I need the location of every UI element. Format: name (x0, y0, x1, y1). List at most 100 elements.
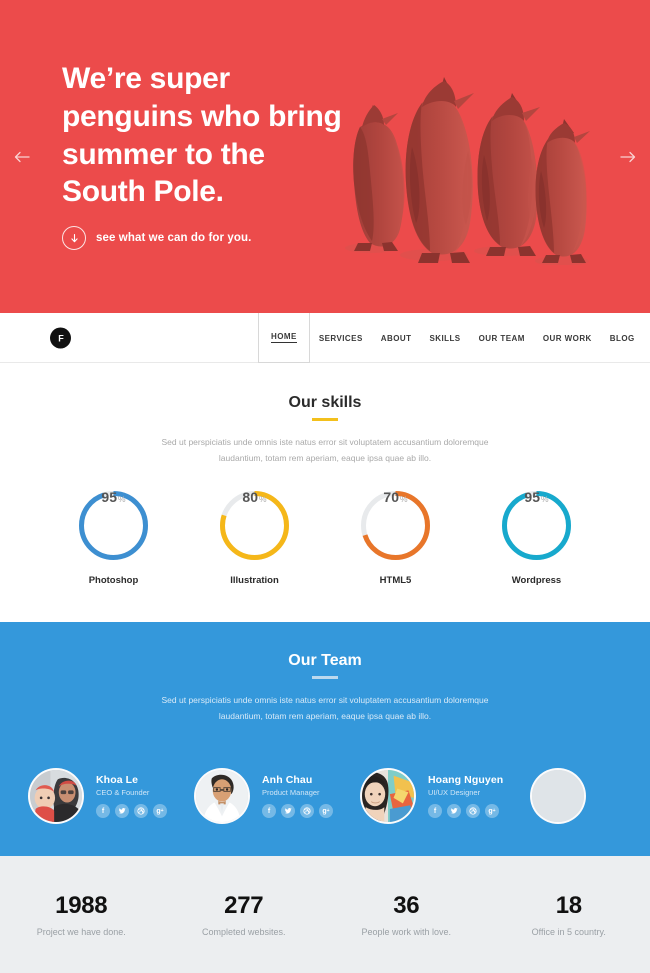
nav-item-about[interactable]: ABOUT (372, 313, 421, 363)
nav-item-label: SERVICES (318, 333, 363, 343)
nav-item-label: OUR WORK (542, 333, 592, 343)
team-member-hoang-nguyen[interactable]: Hoang Nguyen UI/UX Designer f g + (360, 768, 503, 824)
google-plus-icon[interactable]: g + (485, 804, 499, 818)
main-navigation: F HOME SERVICES ABOUT SKILLS OUR TEAM OU… (0, 313, 650, 363)
member-info: Khoa Le CEO & Founder f g + (96, 774, 167, 818)
stat-caption: Office in 5 country. (531, 927, 606, 937)
nav-item-our-team[interactable]: OUR TEAM (470, 313, 534, 363)
progress-ring: 70 % (359, 489, 432, 562)
arrow-left-icon (14, 151, 30, 163)
member-name: Khoa Le (96, 774, 139, 786)
member-socials: f g + (262, 804, 333, 818)
skills-section: Our skills Sed ut perspiciatis unde omni… (0, 363, 650, 622)
member-info: Hoang Nguyen UI/UX Designer f g + (428, 774, 503, 818)
stat-number: 1988 (55, 892, 108, 919)
nav-item-blog[interactable]: BLOG (601, 313, 644, 363)
skill-html5: 70 % HTML5 (325, 489, 466, 586)
skill-wordpress: 95 % Wordpress (466, 489, 607, 586)
progress-ring: 95 % (77, 489, 150, 562)
progress-number: 95 (524, 488, 540, 505)
stat-projects: 1988 Project we have done. (0, 892, 163, 937)
nav-item-services[interactable]: SERVICES (310, 313, 372, 363)
nav-item-contact[interactable]: CONTACT (644, 313, 650, 363)
facebook-icon[interactable]: f (262, 804, 276, 818)
facebook-icon[interactable]: f (96, 804, 110, 818)
hero-cta-scroll-link[interactable]: see what we can do for you. (62, 226, 251, 250)
nav-item-label: HOME (271, 332, 297, 343)
arrow-down-circle-icon (62, 226, 86, 250)
member-role: CEO & Founder (96, 788, 150, 797)
member-name: Anh Chau (262, 774, 313, 786)
nav-items: HOME SERVICES ABOUT SKILLS OUR TEAM OUR … (258, 313, 650, 363)
stat-websites: 277 Completed websites. (163, 892, 326, 937)
dribbble-icon[interactable] (134, 804, 148, 818)
team-header: Our Team Sed ut perspiciatis unde omnis … (0, 622, 650, 725)
site-logo[interactable]: F (50, 327, 71, 348)
skill-name: Photoshop (88, 574, 139, 586)
nav-item-skills[interactable]: SKILLS (420, 313, 469, 363)
member-role: Product Manager (262, 788, 320, 797)
team-section: Our Team Sed ut perspiciatis unde omnis … (0, 622, 650, 856)
hero-title-line-1: We’re super (62, 62, 230, 95)
team-member-next-partial[interactable] (530, 768, 587, 824)
stat-caption: Project we have done. (36, 927, 126, 937)
google-plus-icon[interactable]: g + (319, 804, 333, 818)
nav-item-our-work[interactable]: OUR WORK (534, 313, 601, 363)
skill-name: Wordpress (511, 574, 562, 586)
avatar (530, 768, 587, 824)
progress-number: 70 (383, 488, 399, 505)
stat-caption: People work with love. (361, 927, 452, 937)
skills-title-underline (312, 418, 338, 421)
member-socials: f g + (96, 804, 167, 818)
arrow-right-icon (620, 151, 636, 163)
stat-offices: 18 Office in 5 country. (488, 892, 650, 937)
dribbble-icon[interactable] (300, 804, 314, 818)
hero-title-line-2: penguins who bring (62, 99, 342, 133)
team-members-list: Khoa Le CEO & Founder f g + Anh Chau Pro… (28, 768, 587, 824)
hero-cta-label: see what we can do for you. (96, 232, 252, 244)
nav-item-label: BLOG (609, 333, 635, 343)
hero-title: We’re super penguins who bring summer to… (62, 60, 362, 211)
avatar (360, 768, 416, 824)
progress-unit: % (541, 493, 549, 504)
twitter-icon[interactable] (447, 804, 461, 818)
hero-title-line-3: summer to the (62, 137, 265, 171)
twitter-icon[interactable] (115, 804, 129, 818)
member-role: UI/UX Designer (428, 788, 481, 797)
nav-item-label: OUR TEAM (478, 333, 525, 343)
hero-prev-arrow[interactable] (10, 145, 34, 169)
hero-section: We’re super penguins who bring summer to… (0, 0, 650, 313)
team-member-anh-chau[interactable]: Anh Chau Product Manager f g + (194, 768, 333, 824)
avatar (194, 768, 250, 824)
stat-number: 277 (224, 892, 264, 919)
progress-number: 95 (101, 488, 117, 505)
skills-header: Our skills Sed ut perspiciatis unde omni… (0, 364, 650, 467)
twitter-icon[interactable] (281, 804, 295, 818)
nav-item-label: ABOUT (380, 333, 412, 343)
skill-illustration: 80 % Illustration (184, 489, 325, 586)
skill-name: HTML5 (379, 574, 412, 586)
progress-unit: % (118, 493, 126, 504)
google-plus-icon[interactable]: g + (153, 804, 167, 818)
progress-unit: % (259, 493, 267, 504)
skill-photoshop: 95 % Photoshop (43, 489, 184, 586)
progress-number: 80 (242, 488, 258, 505)
progress-value: 70 % (359, 489, 432, 562)
team-description: Sed ut perspiciatis unde omnis iste natu… (161, 694, 489, 722)
stat-caption: Completed websites. (201, 927, 286, 937)
facebook-icon[interactable]: f (428, 804, 442, 818)
penguins-illustration (326, 75, 602, 265)
progress-value: 80 % (218, 489, 291, 562)
hero-next-arrow[interactable] (616, 145, 640, 169)
member-info: Anh Chau Product Manager f g + (262, 774, 333, 818)
progress-unit: % (400, 493, 408, 504)
dribbble-icon[interactable] (466, 804, 480, 818)
team-title-underline (312, 676, 338, 679)
skills-title: Our skills (288, 394, 362, 411)
stat-number: 36 (393, 892, 420, 919)
skills-list: 95 % Photoshop 80 % Illustration 70 % HT… (0, 489, 650, 586)
team-member-khoa-le[interactable]: Khoa Le CEO & Founder f g + (28, 768, 167, 824)
progress-ring: 95 % (500, 489, 573, 562)
stats-section: 1988 Project we have done. 277 Completed… (0, 856, 650, 973)
nav-item-home[interactable]: HOME (258, 313, 310, 363)
